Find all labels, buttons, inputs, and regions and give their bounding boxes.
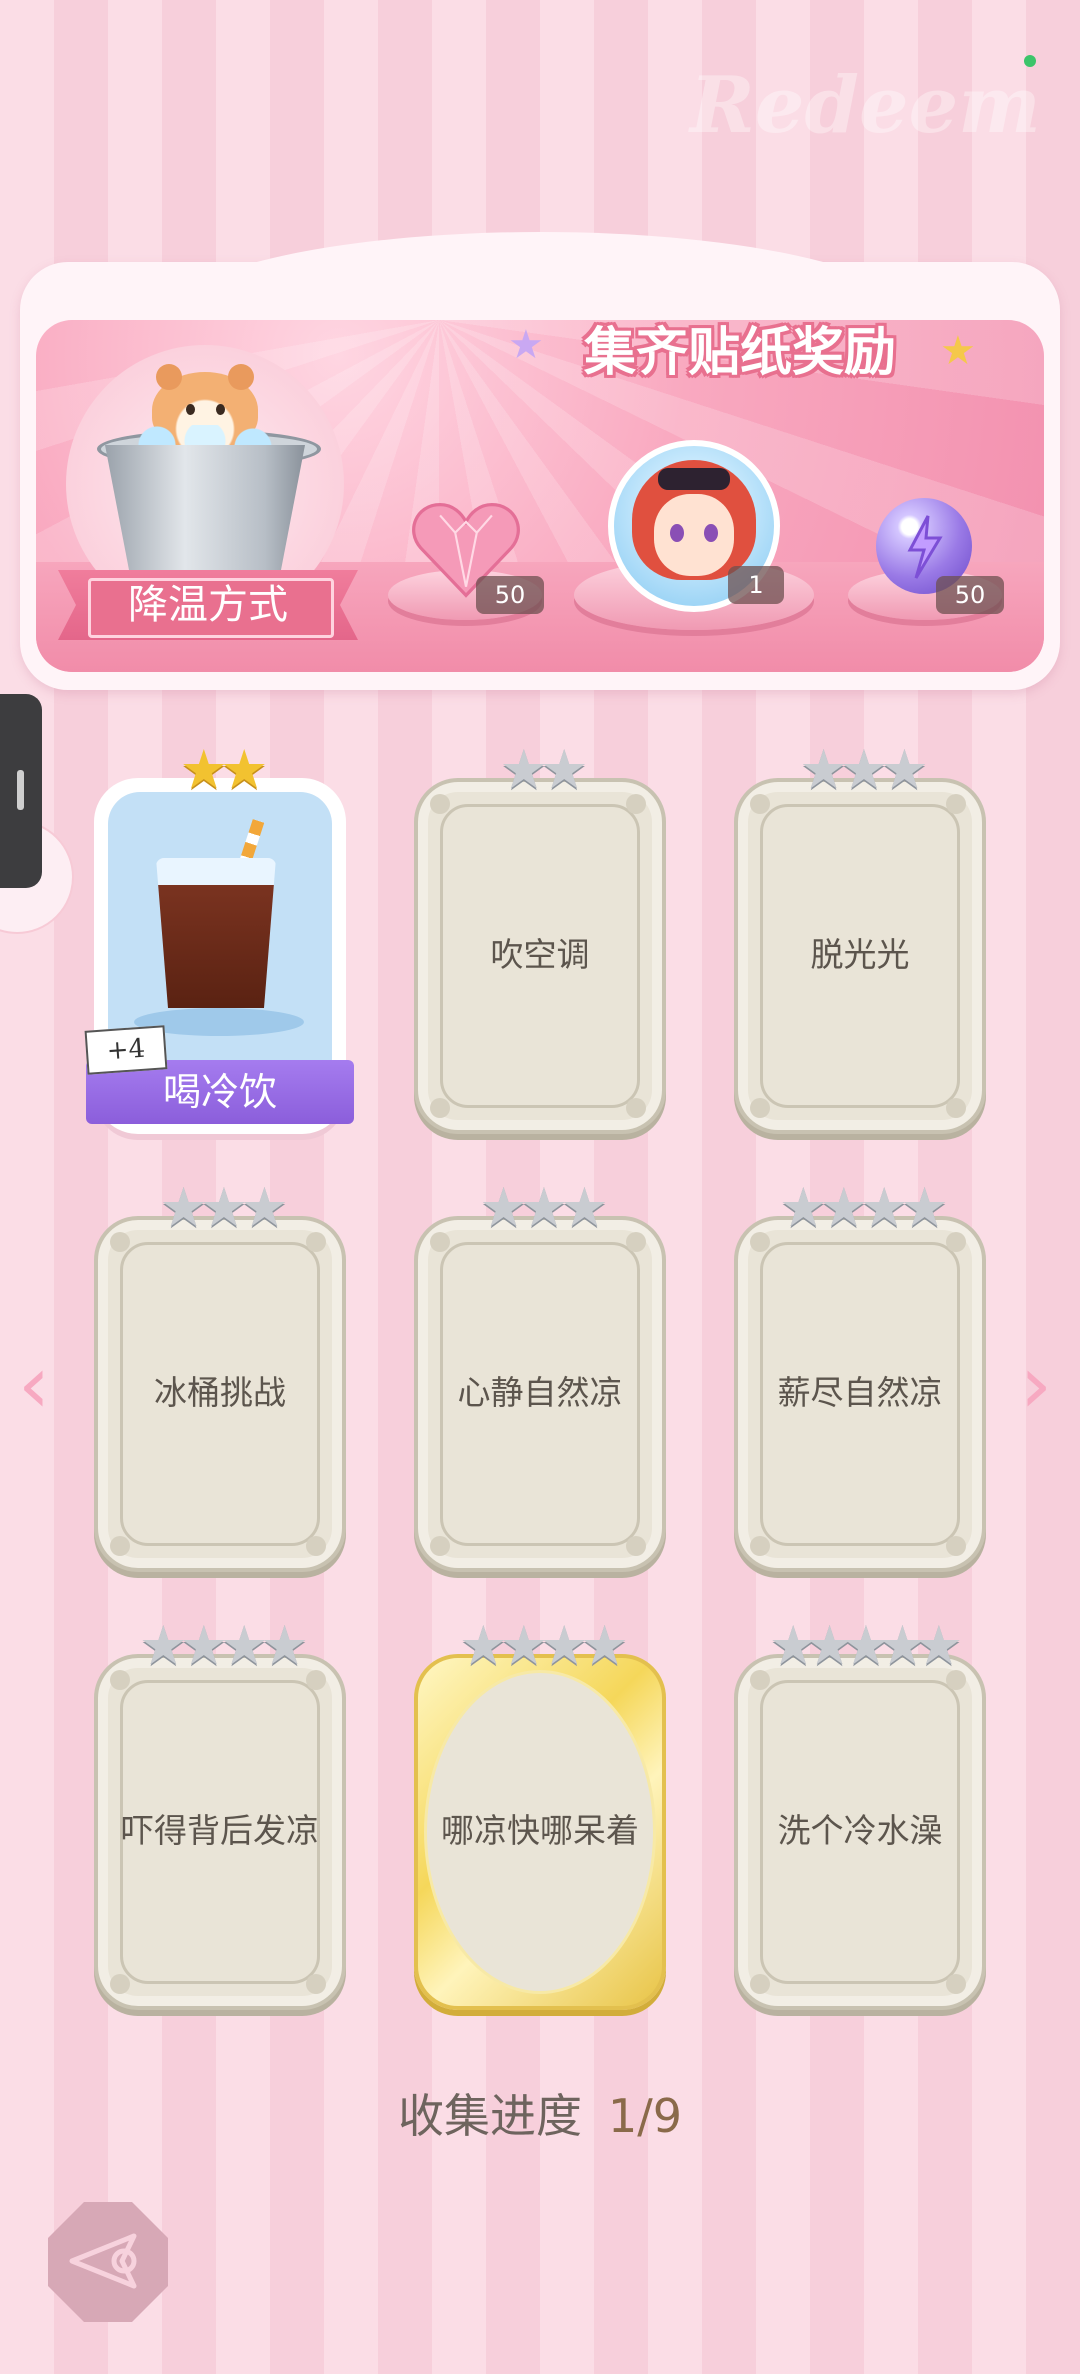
next-page-arrow[interactable]: › <box>1020 1345 1060 1425</box>
card-label: 心静自然凉 <box>457 1373 623 1412</box>
sticker-card-scared-chill[interactable]: ★★★★ 吓得背后发凉 <box>94 1618 346 2010</box>
card-label: 哪凉快哪呆着 <box>441 1811 639 1850</box>
progress-value: 1/9 <box>607 2089 683 2143</box>
sticker-card-ice-bucket[interactable]: ★★★ 冰桶挑战 <box>94 1180 346 1572</box>
star-rating: ★★★ <box>159 1176 288 1239</box>
card-label: 吹空调 <box>490 935 590 974</box>
reward-count-1: 50 <box>476 576 544 614</box>
purple-star-icon: ★ <box>508 322 544 368</box>
sticker-card-drink[interactable]: ★★ 喝冷饮 +4 <box>84 742 354 1134</box>
card-label: 冰桶挑战 <box>154 1373 286 1412</box>
star-rating: ★★ <box>499 738 589 801</box>
star-rating: ★★★ <box>799 738 928 801</box>
sticker-card-salary-cool[interactable]: ★★★★ 薪尽自然凉 <box>734 1180 986 1572</box>
star-rating: ★★★★ <box>459 1614 629 1677</box>
banner-watermark: Redeem <box>690 60 1041 151</box>
star-rating: ★★ <box>179 738 269 801</box>
reward-count-3: 50 <box>936 576 1004 614</box>
star-rating: ★★★★★ <box>768 1614 963 1677</box>
card-label: 薪尽自然凉 <box>777 1373 943 1412</box>
progress-label: 收集进度 <box>397 2089 582 2143</box>
card-label: 吓得背后发凉 <box>121 1811 319 1850</box>
card-label: 洗个冷水澡 <box>777 1811 943 1850</box>
banner-title: 集齐贴纸奖励 <box>583 323 896 383</box>
gold-star-icon: ★ <box>940 328 976 374</box>
star-rating: ★★★ <box>479 1176 608 1239</box>
collection-progress: 收集进度 1/9 <box>0 2080 1080 2146</box>
sticker-card-undress[interactable]: ★★★ 脱光光 <box>734 742 986 1134</box>
reward-count-2: 1 <box>728 566 784 604</box>
iced-cola-icon <box>156 858 276 1008</box>
back-arrow-icon <box>69 2233 137 2289</box>
prev-page-arrow[interactable]: ‹ <box>18 1345 58 1425</box>
drawer-grip-icon <box>17 770 24 810</box>
sticker-card-calm-mind[interactable]: ★★★ 心静自然凉 <box>414 1180 666 1572</box>
mode-label: 降温方式 <box>128 582 288 628</box>
bonus-tag: +4 <box>84 1025 168 1075</box>
star-rating: ★★★★ <box>779 1176 949 1239</box>
sticker-card-stay-cool[interactable]: ★★★★ 哪凉快哪呆着 <box>414 1618 666 2010</box>
card-label: 脱光光 <box>810 935 910 974</box>
bucket-body <box>105 445 305 570</box>
sticker-card-aircon[interactable]: ★★ 吹空调 <box>414 742 666 1134</box>
star-rating: ★★★★ <box>139 1614 309 1677</box>
sticker-card-cold-shower[interactable]: ★★★★★ 洗个冷水澡 <box>734 1618 986 2010</box>
